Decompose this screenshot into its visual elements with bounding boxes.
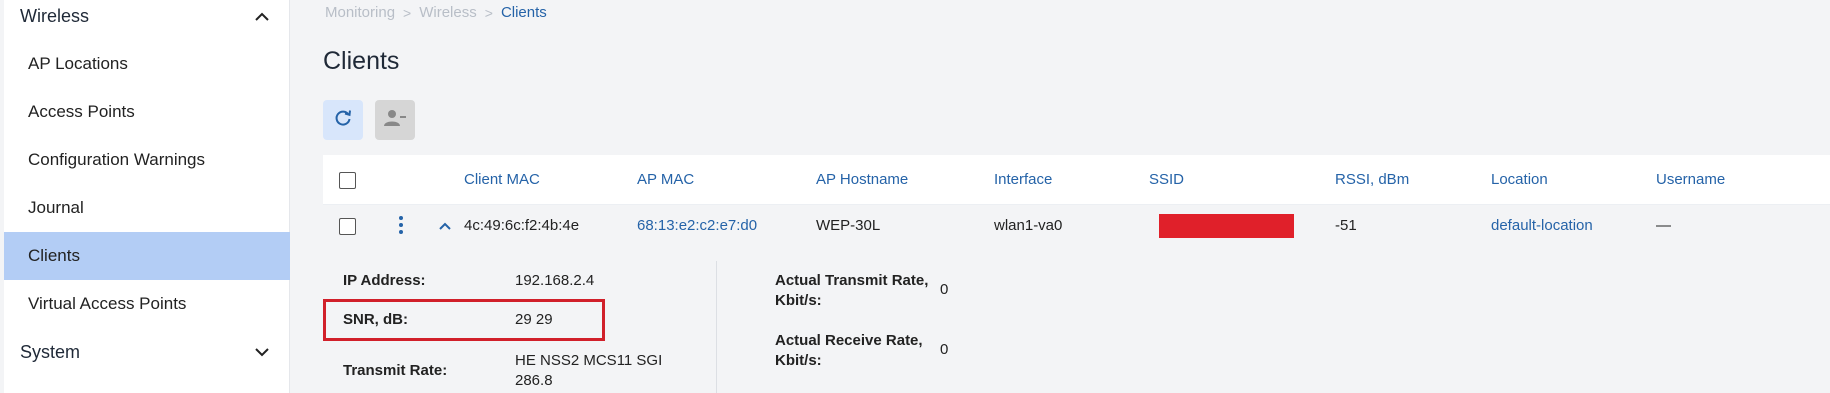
cell-ap-mac-link[interactable]: 68:13:e2:c2:e7:d0 xyxy=(637,217,757,234)
sidebar-item-label: Journal xyxy=(28,198,84,217)
column-header-ssid[interactable]: SSID xyxy=(1149,171,1184,188)
table-row: 4c:49:6c:f2:4b:4e 68:13:e2:c2:e7:d0 WEP-… xyxy=(323,205,1830,249)
detail-transmit-rate-label: Transmit Rate: xyxy=(343,362,448,379)
sidebar-item-label: Virtual Access Points xyxy=(28,294,187,313)
select-all-checkbox[interactable] xyxy=(339,172,356,189)
row-checkbox[interactable] xyxy=(339,218,356,235)
cell-ssid-redacted xyxy=(1159,214,1294,238)
breadcrumb: Monitoring > Wireless > Clients xyxy=(325,4,547,21)
sidebar-item-label: AP Locations xyxy=(28,54,128,73)
refresh-icon xyxy=(333,108,353,133)
refresh-button[interactable] xyxy=(323,100,363,140)
sidebar-section-wireless[interactable]: Wireless xyxy=(4,0,290,36)
cell-username: — xyxy=(1656,217,1671,234)
detail-actual-receive-value: 0 xyxy=(940,341,949,358)
detail-ip-value: 192.168.2.4 xyxy=(515,272,595,289)
sidebar-item-configuration-warnings[interactable]: Configuration Warnings xyxy=(4,136,290,184)
cell-ap-hostname: WEP-30L xyxy=(816,217,881,234)
column-header-location[interactable]: Location xyxy=(1491,171,1548,188)
details-divider xyxy=(716,261,717,393)
column-header-rssi[interactable]: RSSI, dBm xyxy=(1335,171,1409,188)
detail-actual-transmit-label-line1: Actual Transmit Rate, xyxy=(775,272,929,289)
detail-actual-receive-label-line2: Kbit/s: xyxy=(775,352,822,369)
breadcrumb-clients: Clients xyxy=(500,4,547,21)
detail-ip-label: IP Address: xyxy=(343,272,426,289)
column-header-interface[interactable]: Interface xyxy=(994,171,1052,188)
breadcrumb-separator: > xyxy=(403,4,412,21)
sidebar-item-journal[interactable]: Journal xyxy=(4,184,290,232)
row-actions-menu-icon[interactable] xyxy=(396,213,406,237)
detail-actual-receive-label-line1: Actual Receive Rate, xyxy=(775,332,923,349)
page-title: Clients xyxy=(323,47,400,75)
detail-actual-transmit-label-line2: Kbit/s: xyxy=(775,292,822,309)
sidebar-item-ap-locations[interactable]: AP Locations xyxy=(4,40,290,88)
detail-snr-label: SNR, dB: xyxy=(343,311,408,328)
table-header: Client MAC AP MAC AP Hostname Interface … xyxy=(323,155,1830,205)
column-header-username[interactable]: Username xyxy=(1656,171,1725,188)
sidebar-item-label: Access Points xyxy=(28,102,135,121)
detail-transmit-rate-value-line2: 286.8 xyxy=(515,372,553,389)
sidebar: Wireless AP Locations Access Points Conf… xyxy=(4,0,290,393)
sidebar-section-system[interactable]: System xyxy=(4,332,290,372)
disconnect-client-button[interactable] xyxy=(375,100,415,140)
chevron-up-icon xyxy=(252,6,272,26)
user-remove-icon xyxy=(383,108,407,133)
detail-transmit-rate-value-line1: HE NSS2 MCS11 SGI xyxy=(515,352,663,369)
breadcrumb-wireless[interactable]: Wireless xyxy=(419,4,477,21)
column-header-ap-hostname[interactable]: AP Hostname xyxy=(816,171,908,188)
sidebar-item-label: Configuration Warnings xyxy=(28,150,206,169)
column-header-ap-mac[interactable]: AP MAC xyxy=(637,171,694,188)
main-content: Monitoring > Wireless > Clients Clients … xyxy=(291,0,1830,393)
cell-interface: wlan1-va0 xyxy=(994,217,1063,234)
cell-client-mac: 4c:49:6c:f2:4b:4e xyxy=(464,217,580,234)
chevron-down-icon xyxy=(252,342,272,362)
collapse-row-icon[interactable] xyxy=(436,217,454,235)
sidebar-section-wireless-label: Wireless xyxy=(20,5,90,26)
breadcrumb-monitoring[interactable]: Monitoring xyxy=(325,4,395,21)
detail-actual-transmit-value: 0 xyxy=(940,281,949,298)
column-header-client-mac[interactable]: Client MAC xyxy=(464,171,540,188)
sidebar-item-clients[interactable]: Clients xyxy=(4,232,290,280)
sidebar-item-virtual-access-points[interactable]: Virtual Access Points xyxy=(4,280,290,328)
sidebar-section-system-label: System xyxy=(20,341,81,362)
row-details-panel: IP Address: 192.168.2.4 SNR, dB: 29 29 T… xyxy=(323,249,1830,393)
cell-rssi: -51 xyxy=(1335,217,1357,234)
breadcrumb-separator: > xyxy=(484,4,493,21)
cell-location-link[interactable]: default-location xyxy=(1491,217,1593,234)
sidebar-item-label: Clients xyxy=(28,246,80,265)
detail-snr-value: 29 29 xyxy=(515,311,553,328)
sidebar-item-access-points[interactable]: Access Points xyxy=(4,88,290,136)
